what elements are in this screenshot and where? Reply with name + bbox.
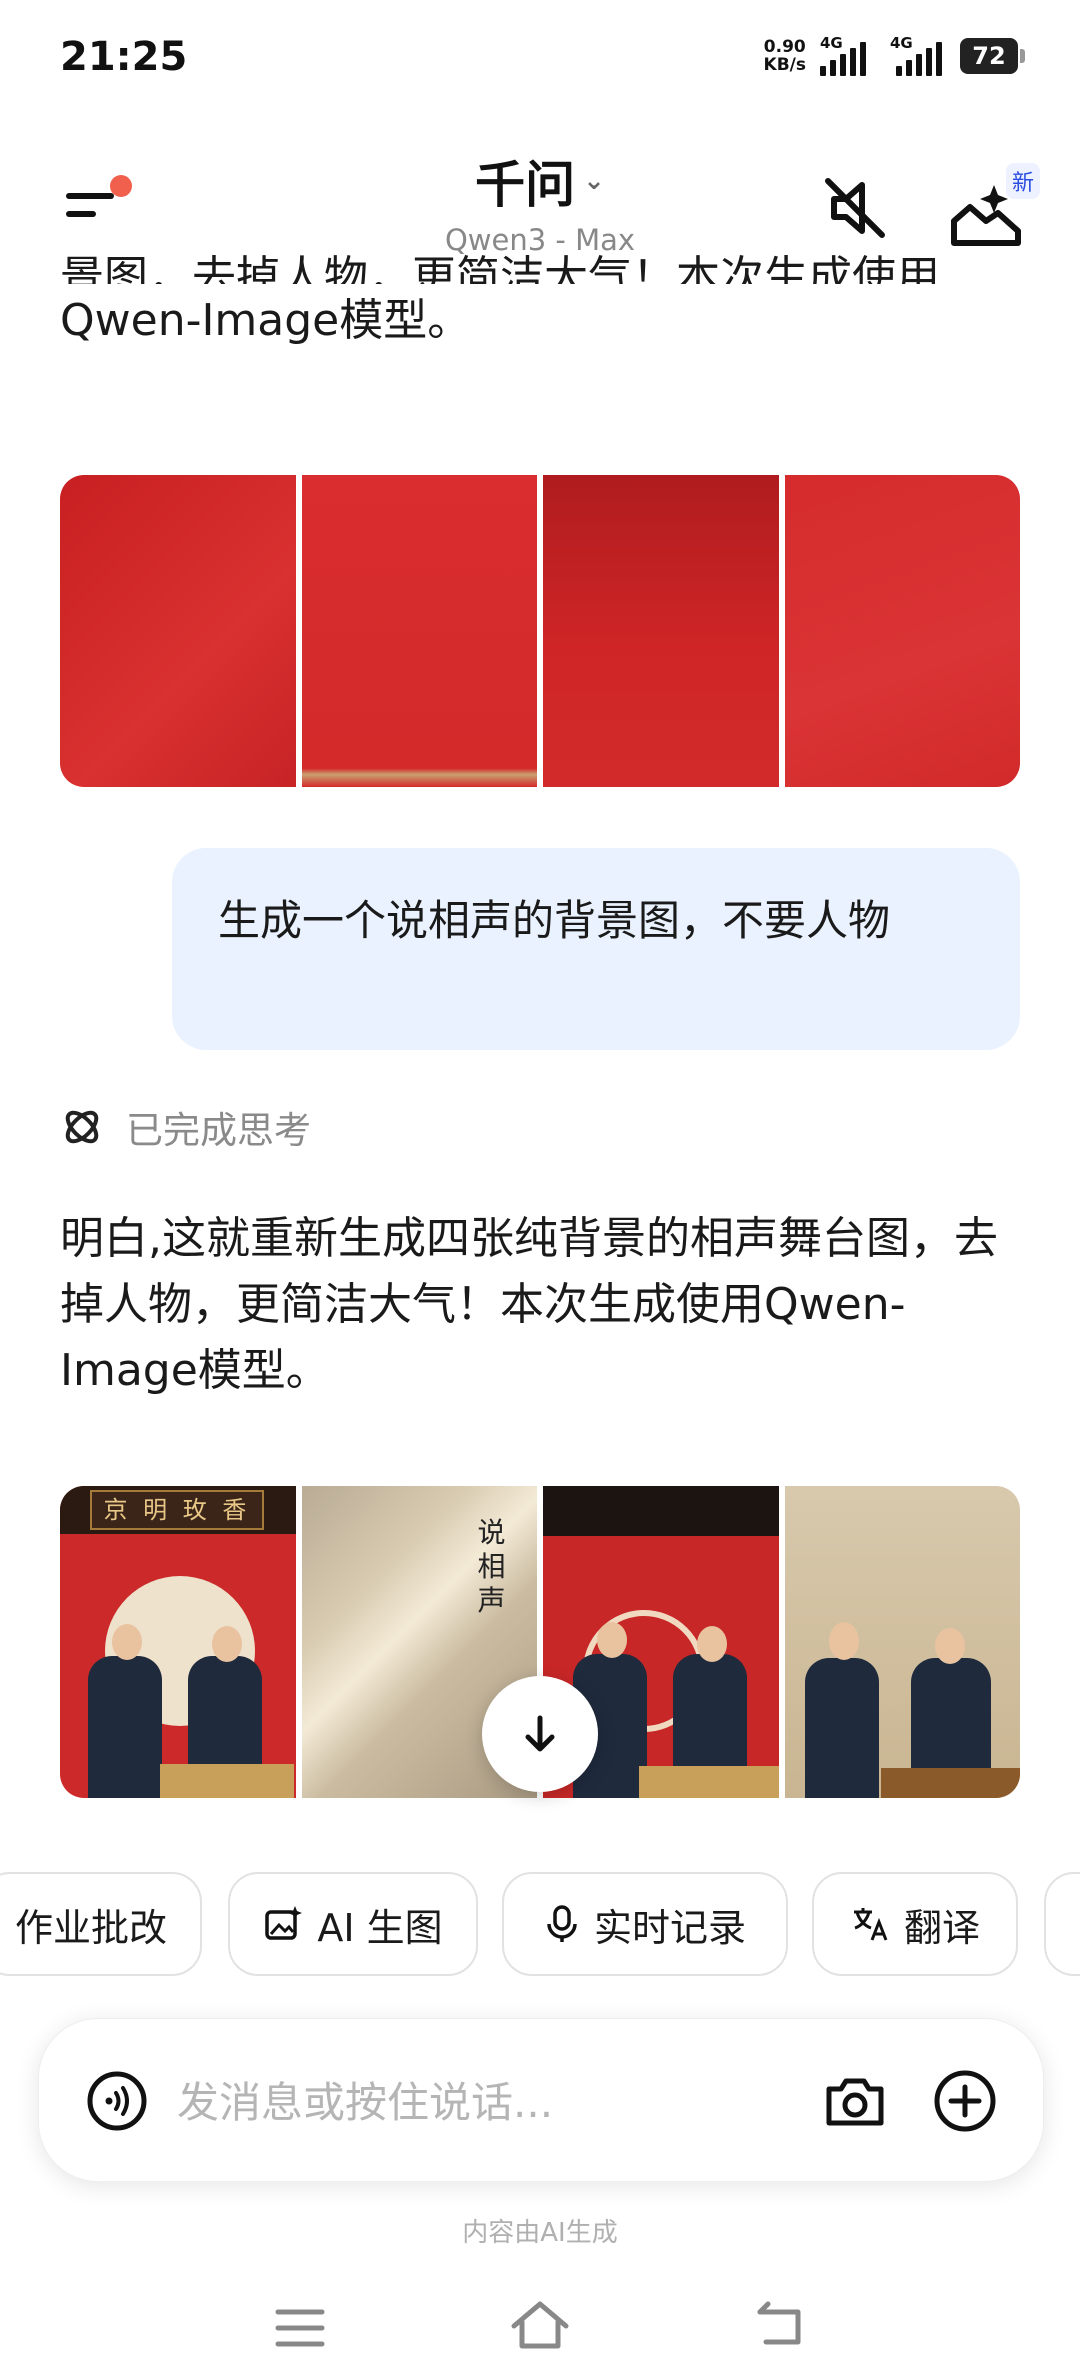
mute-button[interactable] (820, 173, 890, 243)
generated-image[interactable] (301, 475, 537, 787)
assistant-message: 明白,这就重新生成四张纯背景的相声舞台图，去掉人物，更简洁大气！本次生成使用Qw… (60, 1213, 998, 1396)
menu-lines-icon (275, 2309, 325, 2347)
voice-wave-icon (87, 2071, 147, 2131)
status-bar: 21:25 0.90 KB/s 4G 4G 72 (0, 0, 1080, 120)
vertical-calligraphy: 说相声 (477, 1516, 506, 1617)
image-sparkle-icon (265, 1906, 303, 1940)
chevron-down-icon: ⌄ (583, 166, 605, 196)
chat-screen: 21:25 0.90 KB/s 4G 4G 72 千问 ⌄ Qwen3 - Ma… (0, 0, 1080, 2376)
chip-live-record[interactable]: 实时记录 (502, 1872, 788, 1976)
signal-icon: 4G (890, 34, 946, 76)
chip-ai-image[interactable]: AI 生图 (228, 1872, 478, 1976)
plus-circle-icon (934, 2070, 996, 2132)
chip-translate[interactable]: 翻译 (812, 1872, 1018, 1976)
generated-image[interactable] (784, 1486, 1020, 1798)
app-header: 千问 ⌄ Qwen3 - Max 新 (0, 135, 1080, 265)
microphone-icon (547, 1905, 577, 1942)
generated-images-prev (60, 475, 1020, 787)
status-icons: 0.90 KB/s 4G 4G 72 (763, 34, 1025, 76)
new-badge: 新 (1006, 163, 1041, 199)
stage-sign: 京 明 玫 香 (90, 1490, 264, 1530)
generated-image[interactable]: 京 明 玫 香 (60, 1486, 296, 1798)
generated-image[interactable] (60, 475, 296, 787)
assistant-message-prev: 景图，去掉人物，更简洁大气！本次生成使用 Qwen-Image模型。 (60, 252, 940, 346)
message-input[interactable]: 发消息或按住说话... (177, 2069, 553, 2130)
camera-button[interactable] (823, 2069, 887, 2133)
app-title: 千问 (475, 156, 576, 214)
add-button[interactable] (933, 2069, 997, 2133)
thinking-status[interactable]: 已完成思考 (60, 1100, 311, 1154)
back-icon (757, 2301, 801, 2345)
speaker-muted-icon (825, 178, 885, 238)
battery-icon: 72 (960, 38, 1025, 74)
back-button[interactable] (752, 2298, 808, 2354)
user-message-text: 生成一个说相声的背景图，不要人物 (218, 896, 891, 945)
message-input-bar: 发消息或按住说话... (38, 2018, 1044, 2182)
thinking-icon (65, 1110, 99, 1144)
generated-image[interactable] (543, 475, 779, 787)
network-speed: 0.90 KB/s (763, 37, 806, 75)
translate-icon (853, 1908, 888, 1941)
status-time: 21:25 (60, 34, 188, 80)
camera-icon (826, 2078, 884, 2126)
recents-button[interactable] (272, 2300, 328, 2356)
arrow-down-icon (525, 1715, 555, 1752)
chip-more[interactable] (1044, 1872, 1080, 1976)
new-chat-button[interactable]: 新 (946, 163, 1046, 253)
user-message-bubble: 生成一个说相声的背景图，不要人物 (172, 848, 1020, 1050)
voice-mode-button[interactable] (85, 2069, 149, 2133)
generated-image[interactable] (784, 475, 1020, 787)
ai-disclaimer: 内容由AI生成 (462, 2218, 618, 2248)
title-area[interactable]: 千问 ⌄ Qwen3 - Max (0, 145, 1080, 257)
quick-action-chips: 作业批改 AI 生图 实时记录 翻译 (0, 1872, 1080, 1978)
home-icon (511, 2301, 569, 2349)
system-navigation-bar (0, 2260, 1080, 2376)
chip-homework[interactable]: 作业批改 (0, 1872, 202, 1976)
home-button[interactable] (508, 2296, 572, 2356)
scroll-to-bottom-button[interactable] (482, 1676, 598, 1792)
signal-icon: 4G (820, 34, 876, 76)
